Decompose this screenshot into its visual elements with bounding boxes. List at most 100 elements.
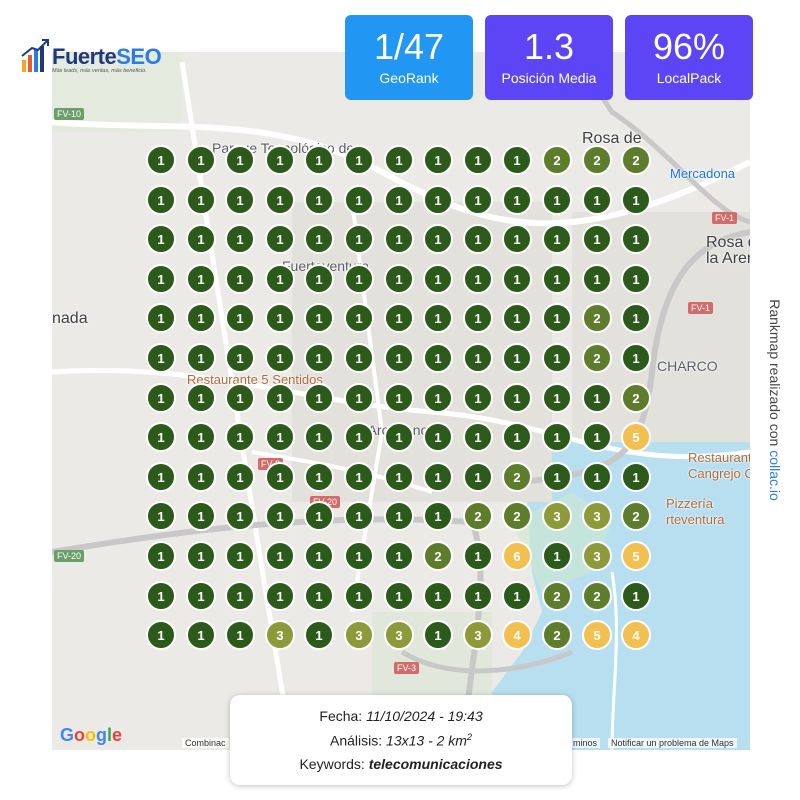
- rank-cell[interactable]: 1: [304, 343, 334, 373]
- rank-cell[interactable]: 1: [146, 185, 176, 215]
- rank-cell[interactable]: 1: [463, 541, 493, 571]
- rank-cell[interactable]: 1: [542, 343, 572, 373]
- rank-cell[interactable]: 2: [542, 145, 572, 175]
- rank-cell[interactable]: 1: [304, 581, 334, 611]
- rank-cell[interactable]: 1: [542, 224, 572, 254]
- rank-cell[interactable]: 2: [502, 462, 532, 492]
- rank-cell[interactable]: 1: [621, 264, 651, 294]
- rank-cell[interactable]: 1: [384, 303, 414, 333]
- rank-cell[interactable]: 1: [423, 383, 453, 413]
- rank-cell[interactable]: 1: [344, 581, 374, 611]
- rank-cell[interactable]: 1: [344, 501, 374, 531]
- rank-cell[interactable]: 1: [423, 343, 453, 373]
- rank-cell[interactable]: 1: [423, 145, 453, 175]
- rank-cell[interactable]: 5: [621, 541, 651, 571]
- rank-cell[interactable]: 1: [384, 581, 414, 611]
- rank-cell[interactable]: 1: [186, 501, 216, 531]
- rank-cell[interactable]: 1: [186, 620, 216, 650]
- rank-cell[interactable]: 1: [582, 383, 612, 413]
- collacio-link[interactable]: collac.io: [767, 450, 783, 501]
- rank-cell[interactable]: 1: [146, 620, 176, 650]
- rank-cell[interactable]: 1: [225, 462, 255, 492]
- rank-cell[interactable]: 3: [384, 620, 414, 650]
- rank-cell[interactable]: 1: [225, 541, 255, 571]
- rank-cell[interactable]: 2: [621, 383, 651, 413]
- rank-cell[interactable]: 1: [265, 462, 295, 492]
- rank-cell[interactable]: 1: [502, 264, 532, 294]
- rank-cell[interactable]: 1: [582, 185, 612, 215]
- rank-cell[interactable]: 1: [186, 343, 216, 373]
- rank-cell[interactable]: 2: [621, 501, 651, 531]
- rank-cell[interactable]: 1: [344, 224, 374, 254]
- rank-cell[interactable]: 1: [582, 422, 612, 452]
- rank-cell[interactable]: 1: [502, 422, 532, 452]
- rank-cell[interactable]: 1: [146, 264, 176, 294]
- rank-cell[interactable]: 2: [582, 145, 612, 175]
- map-report-link[interactable]: Notificar un problema de Maps: [608, 738, 737, 748]
- rank-cell[interactable]: 1: [265, 422, 295, 452]
- rank-cell[interactable]: 1: [304, 422, 334, 452]
- rank-cell[interactable]: 1: [502, 383, 532, 413]
- rank-cell[interactable]: 1: [146, 303, 176, 333]
- rank-cell[interactable]: 1: [423, 224, 453, 254]
- rank-cell[interactable]: 1: [186, 581, 216, 611]
- rank-cell[interactable]: 1: [344, 145, 374, 175]
- rank-cell[interactable]: 3: [542, 501, 572, 531]
- rank-cell[interactable]: 1: [423, 185, 453, 215]
- rank-cell[interactable]: 1: [225, 264, 255, 294]
- rank-cell[interactable]: 1: [225, 343, 255, 373]
- rank-cell[interactable]: 1: [502, 303, 532, 333]
- rank-cell[interactable]: 1: [463, 422, 493, 452]
- rank-cell[interactable]: 1: [463, 145, 493, 175]
- rank-cell[interactable]: 1: [225, 383, 255, 413]
- rank-cell[interactable]: 1: [225, 303, 255, 333]
- rank-cell[interactable]: 1: [384, 145, 414, 175]
- rank-cell[interactable]: 1: [344, 264, 374, 294]
- rank-cell[interactable]: 1: [423, 501, 453, 531]
- rank-cell[interactable]: 1: [304, 303, 334, 333]
- rank-cell[interactable]: 1: [304, 501, 334, 531]
- rank-cell[interactable]: 1: [146, 501, 176, 531]
- rank-cell[interactable]: 2: [582, 343, 612, 373]
- rank-cell[interactable]: 1: [502, 581, 532, 611]
- rank-cell[interactable]: 2: [463, 501, 493, 531]
- rank-cell[interactable]: 1: [225, 185, 255, 215]
- rank-cell[interactable]: 1: [463, 224, 493, 254]
- rank-cell[interactable]: 1: [384, 462, 414, 492]
- rank-cell[interactable]: 1: [304, 462, 334, 492]
- rank-cell[interactable]: 1: [146, 224, 176, 254]
- rank-cell[interactable]: 1: [225, 620, 255, 650]
- rank-cell[interactable]: 1: [265, 581, 295, 611]
- rank-cell[interactable]: 1: [265, 264, 295, 294]
- rank-cell[interactable]: 1: [304, 185, 334, 215]
- rank-cell[interactable]: 1: [265, 343, 295, 373]
- rank-cell[interactable]: 1: [463, 264, 493, 294]
- rank-cell[interactable]: 1: [423, 303, 453, 333]
- rank-cell[interactable]: 1: [423, 462, 453, 492]
- rank-cell[interactable]: 1: [265, 303, 295, 333]
- rank-cell[interactable]: 1: [304, 264, 334, 294]
- rank-cell[interactable]: 1: [265, 383, 295, 413]
- google-logo[interactable]: Google: [60, 725, 122, 746]
- rank-cell[interactable]: 1: [344, 343, 374, 373]
- rank-cell[interactable]: 1: [304, 620, 334, 650]
- rank-cell[interactable]: 1: [225, 501, 255, 531]
- rank-cell[interactable]: 1: [225, 581, 255, 611]
- rank-cell[interactable]: 6: [502, 541, 532, 571]
- rank-cell[interactable]: 1: [186, 264, 216, 294]
- rank-cell[interactable]: 3: [344, 620, 374, 650]
- rank-cell[interactable]: 2: [582, 303, 612, 333]
- rank-cell[interactable]: 1: [384, 264, 414, 294]
- rank-cell[interactable]: 1: [542, 383, 572, 413]
- rank-cell[interactable]: 3: [265, 620, 295, 650]
- rank-cell[interactable]: 2: [423, 541, 453, 571]
- rank-cell[interactable]: 1: [344, 303, 374, 333]
- rank-cell[interactable]: 1: [423, 620, 453, 650]
- rank-cell[interactable]: 2: [502, 501, 532, 531]
- rank-cell[interactable]: 1: [304, 145, 334, 175]
- rank-cell[interactable]: 1: [384, 541, 414, 571]
- rank-cell[interactable]: 1: [146, 541, 176, 571]
- rank-cell[interactable]: 1: [186, 145, 216, 175]
- rank-cell[interactable]: 1: [423, 422, 453, 452]
- rank-cell[interactable]: 1: [384, 501, 414, 531]
